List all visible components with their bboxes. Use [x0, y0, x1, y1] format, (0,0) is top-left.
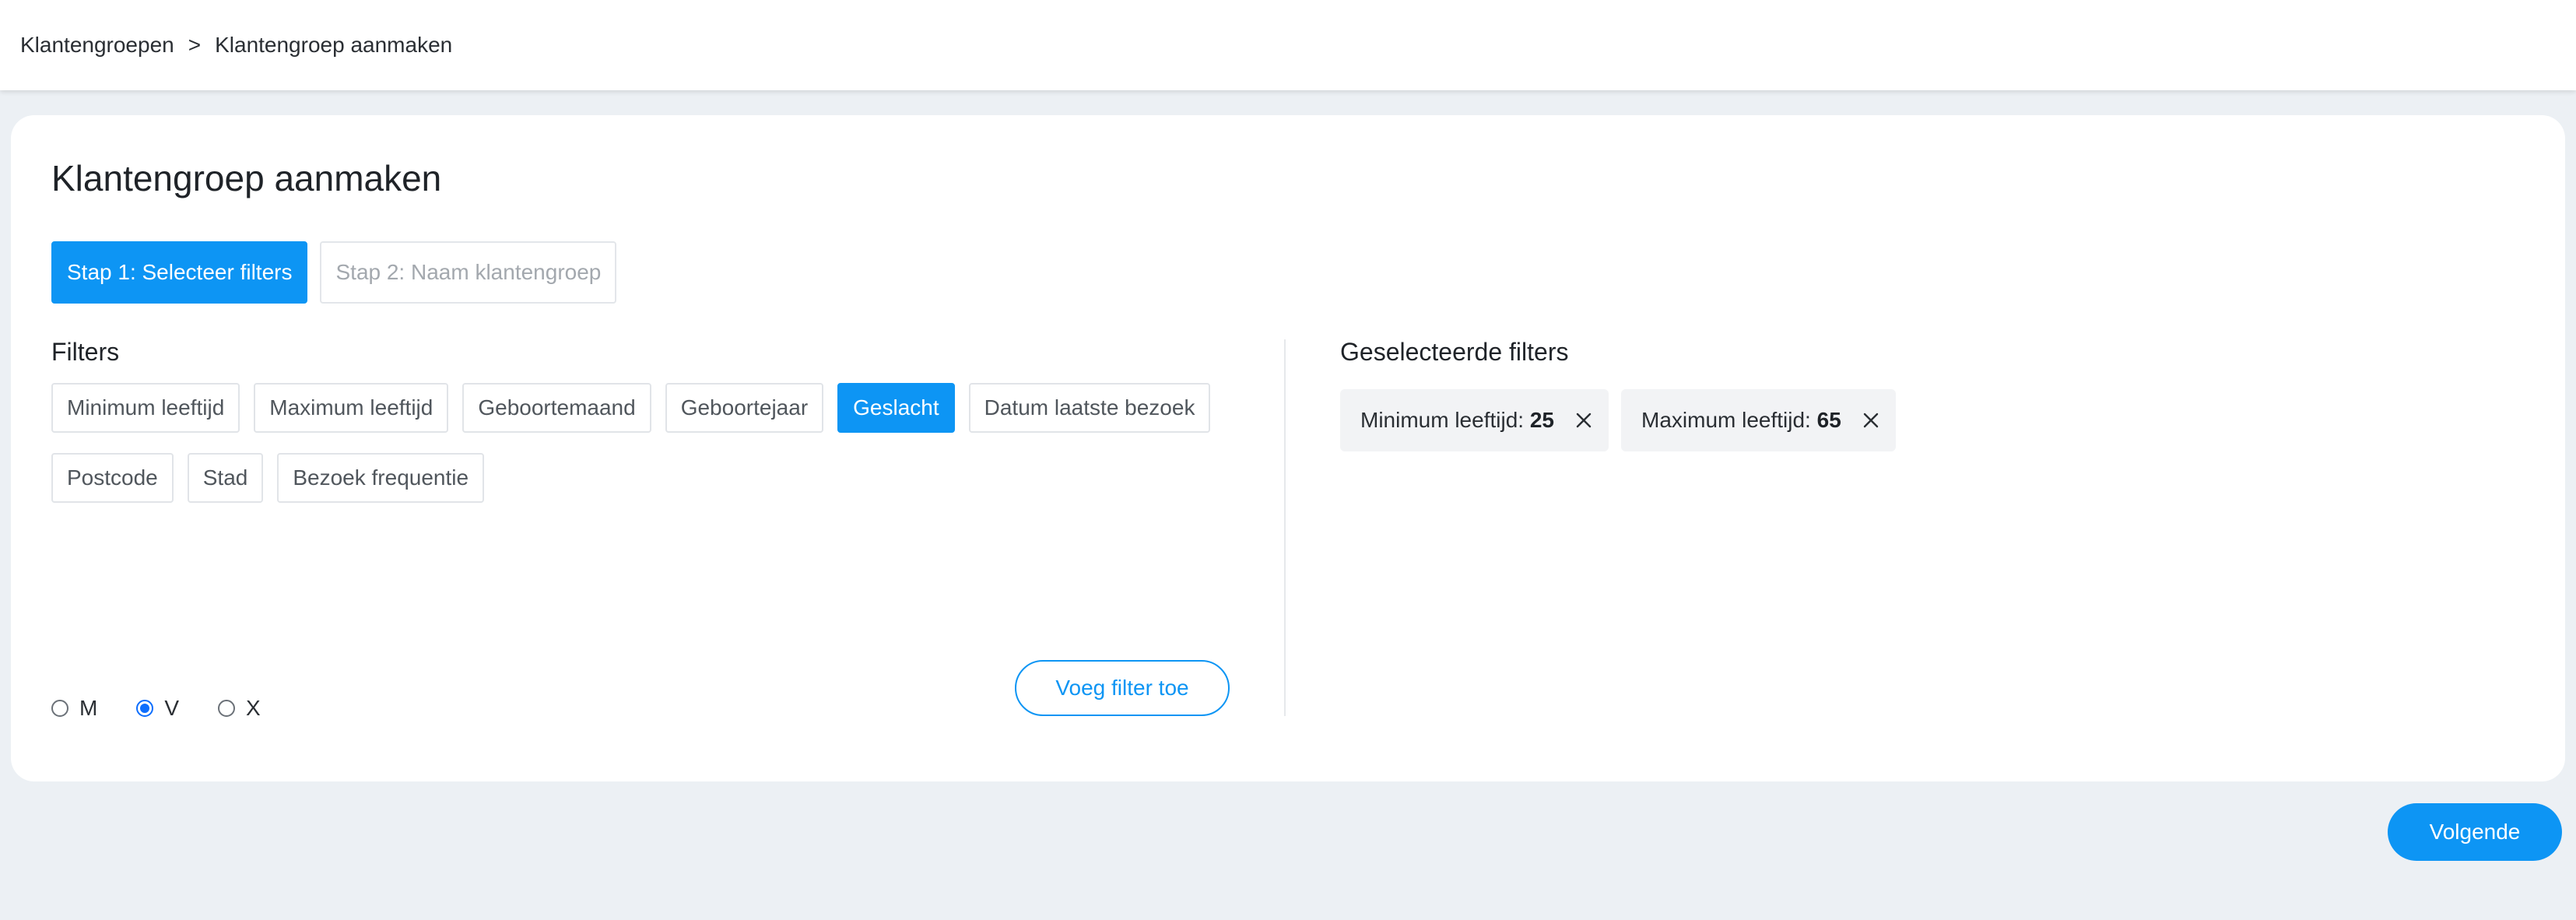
selected-filters-heading: Geselecteerde filters: [1340, 338, 1569, 366]
column-divider: [1284, 339, 1286, 716]
breadcrumb-separator: >: [188, 33, 202, 57]
selected-filter-text: Minimum leeftijd: 25: [1360, 408, 1554, 433]
filter-birth-month-button[interactable]: Geboortemaand: [462, 383, 651, 433]
filter-birth-year-button[interactable]: Geboortejaar: [665, 383, 824, 433]
close-icon[interactable]: [1862, 411, 1880, 430]
radio-v-label: V: [164, 696, 180, 720]
radio-x-label: X: [246, 696, 261, 720]
step-tabs: Stap 1: Selecteer filters Stap 2: Naam k…: [51, 241, 617, 304]
selected-filter-minimum-age: Minimum leeftijd: 25: [1340, 389, 1609, 451]
tab-step-1-select-filters[interactable]: Stap 1: Selecteer filters: [51, 241, 308, 304]
gender-option-v[interactable]: V: [136, 696, 179, 721]
selected-filter-text: Maximum leeftijd: 65: [1641, 408, 1841, 433]
radio-v[interactable]: [136, 700, 154, 717]
tab-step-2-group-name[interactable]: Stap 2: Naam klantengroep: [320, 241, 617, 304]
gender-option-x[interactable]: X: [218, 696, 261, 721]
filter-maximum-age-button[interactable]: Maximum leeftijd: [254, 383, 449, 433]
gender-option-m[interactable]: M: [51, 696, 97, 721]
selected-filter-maximum-age: Maximum leeftijd: 65: [1621, 389, 1896, 451]
filter-last-visit-date-button[interactable]: Datum laatste bezoek: [968, 383, 1211, 433]
filters-heading: Filters: [51, 338, 120, 366]
next-button[interactable]: Volgende: [2388, 803, 2562, 861]
filter-city-button[interactable]: Stad: [187, 453, 264, 503]
selected-filter-label: Maximum leeftijd:: [1641, 408, 1811, 432]
filter-postcode-button[interactable]: Postcode: [51, 453, 174, 503]
top-bar: Klantengroepen > Klantengroep aanmaken: [0, 0, 2576, 90]
radio-m[interactable]: [51, 700, 68, 717]
add-filter-button[interactable]: Voeg filter toe: [1015, 660, 1230, 716]
radio-x[interactable]: [218, 700, 236, 717]
gender-radio-group: M V X: [51, 696, 261, 721]
close-icon[interactable]: [1574, 411, 1593, 430]
breadcrumb-parent-link[interactable]: Klantengroepen: [20, 33, 174, 58]
filter-options: Minimum leeftijd Maximum leeftijd Geboor…: [51, 383, 1265, 503]
radio-m-label: M: [79, 696, 98, 720]
filter-minimum-age-button[interactable]: Minimum leeftijd: [51, 383, 240, 433]
selected-filter-label: Minimum leeftijd:: [1360, 408, 1525, 432]
filter-gender-button[interactable]: Geslacht: [837, 383, 955, 433]
selected-filter-value: 65: [1816, 408, 1841, 432]
page-title: Klantengroep aanmaken: [51, 158, 442, 198]
selected-filters-list: Minimum leeftijd: 25 Maximum leeftijd: 6…: [1340, 389, 1896, 451]
main-card: Klantengroep aanmaken Stap 1: Selecteer …: [11, 115, 2565, 781]
filter-visit-frequency-button[interactable]: Bezoek frequentie: [277, 453, 485, 503]
breadcrumb-current: Klantengroep aanmaken: [215, 33, 453, 57]
selected-filter-value: 25: [1529, 408, 1554, 432]
